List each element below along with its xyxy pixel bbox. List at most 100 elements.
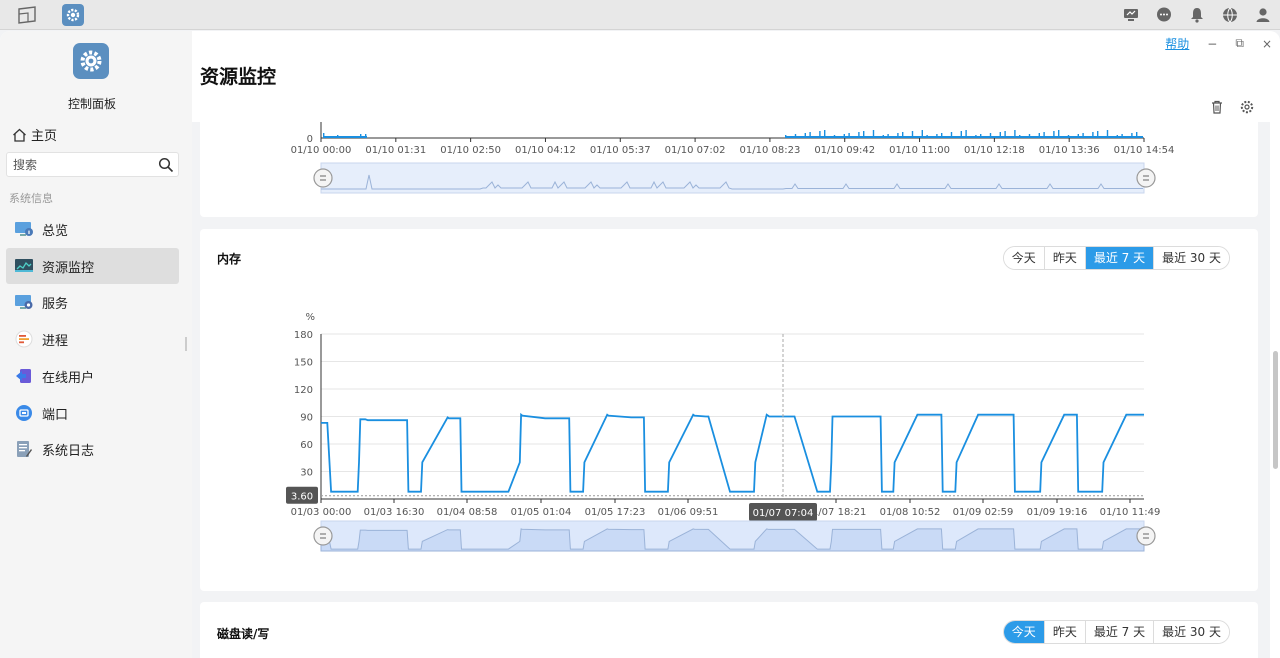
notification-bell-icon[interactable] [1187,5,1207,25]
activity-bar [863,131,865,138]
activity-bar [1116,135,1118,138]
y-tick-label: 120 [294,385,313,396]
sidebar-item-label: 端口 [42,407,69,423]
help-link[interactable]: 帮助 [1165,35,1189,52]
x-tick-label: 01/10 14:54 [1114,145,1175,156]
activity-bar [824,130,826,138]
activity-bar [1038,133,1040,138]
x-tick-label: 01/10 02:50 [440,145,501,156]
activity-bar [887,134,889,138]
restore-button[interactable]: ⧉ [1235,36,1244,51]
x-tick-label: 01/10 13:36 [1039,145,1100,156]
activity-bar [858,132,860,138]
activity-bar [1028,134,1031,138]
app-title: 控制面板 [67,97,116,111]
desktop-icon[interactable] [16,4,38,26]
control-panel-taskbar-icon[interactable] [62,4,84,26]
home-icon [13,128,26,142]
y-tick-label: 0 [307,134,313,145]
resource-monitor-icon [14,256,34,276]
window-controls: 帮助 − ⧉ × [1165,35,1272,52]
range-last-7-days[interactable]: 最近 7 天 [1085,621,1155,643]
sidebar-item-ports[interactable]: 端口 [6,395,179,431]
sidebar-item-label: 进程 [42,333,69,349]
activity-bar [941,133,943,138]
top-chart: 001/10 00:00 01/10 01:31 01/10 02:50 01/10 … [291,122,1175,194]
search-icon[interactable] [158,157,174,173]
range-yesterday[interactable]: 昨天 [1044,621,1086,643]
sidebar: 控制面板 主页 系统信息 总览 资源监控 服务 [0,31,192,658]
monitor-status-icon[interactable] [1121,5,1141,25]
trash-icon[interactable] [1209,99,1225,115]
section-label-system-info: 系统信息 [9,192,53,205]
sidebar-item-system-log[interactable]: 系统日志 [6,431,179,467]
home-label: 主页 [31,129,58,144]
search-box [6,152,179,177]
x-tick-label: 01/10 04:12 [515,145,576,156]
x-tick-label: 01/10 00:00 [291,145,352,156]
navigator-handle-left [313,168,333,188]
sidebar-item-label: 总览 [42,223,69,239]
hover-time-text: 01/07 07:04 [753,508,814,519]
y-tick-label: 30 [300,468,313,479]
activity-bar [999,132,1001,138]
memory-chart[interactable]: % 180 150 120 90 60 30 01/03 00:00 01/03 16:30 01… [200,229,1258,591]
minimize-button[interactable]: − [1207,37,1217,51]
activity-bar [950,132,953,138]
hover-value-text: 3.60 [291,492,313,503]
activity-bar [965,130,967,138]
navigator-handle-right [1136,526,1156,546]
activity-bar [897,133,899,138]
sidebar-item-processes[interactable]: 进程 [6,321,179,357]
disk-card-title: 磁盘读/写 [217,627,270,641]
activity-bar [989,133,992,138]
control-panel-logo-icon [73,43,109,79]
activity-bar [848,133,850,138]
x-tick-label: 01/10 12:18 [964,145,1025,156]
settings-gear-icon[interactable] [1239,99,1255,115]
search-input[interactable] [13,156,153,174]
sidebar-item-resource-monitor[interactable]: 资源监控 [6,248,179,284]
sidebar-item-services[interactable]: 服务 [6,284,179,320]
activity-bar [1043,132,1045,138]
content-scrollbar[interactable] [1273,351,1278,469]
activity-bar [902,132,904,138]
activity-bar [872,130,875,138]
activity-bar [1082,133,1084,138]
x-tick-label: 01/10 11:49 [1100,507,1161,518]
sidebar-resize-handle[interactable] [185,337,187,351]
system-log-icon [14,439,34,459]
y-tick-label: 150 [294,358,313,369]
x-tick-label: 01/09 19:16 [1027,507,1088,518]
activity-bar [1092,132,1094,138]
activity-band [785,136,1143,138]
y-tick-label: 60 [300,440,313,451]
range-last-30-days[interactable]: 最近 30 天 [1154,621,1229,643]
x-tick-label: 01/10 07:02 [665,145,726,156]
process-icon [14,329,34,349]
memory-card: 内存 今天 昨天 最近 7 天 最近 30 天 % 180 150 120 90 60 30… [200,229,1258,591]
port-icon [14,403,34,423]
chat-icon[interactable] [1154,5,1174,25]
memory-series-line [321,412,1144,493]
sidebar-item-online-users[interactable]: 在线用户 [6,358,179,394]
home-link[interactable]: 主页 [12,125,57,144]
x-tick-label: 01/05 17:23 [585,507,646,518]
y-tick-label: 180 [294,330,313,341]
sidebar-item-overview[interactable]: 总览 [6,211,179,247]
x-tick-label: 01/08 10:52 [880,507,941,518]
close-button[interactable]: × [1262,37,1272,51]
x-tick-label: 01/10 09:42 [814,145,875,156]
x-tick-label: 01/10 05:37 [590,145,651,156]
navigator-handle-left [313,526,333,546]
disk-card: 磁盘读/写 今天 昨天 最近 7 天 最近 30 天 [200,602,1258,658]
activity-bar [819,131,821,138]
online-user-icon [14,366,34,386]
activity-bar [1121,134,1123,138]
sidebar-item-label: 资源监控 [42,260,95,276]
globe-icon[interactable] [1220,5,1240,25]
activity-bar [1004,131,1006,138]
range-today[interactable]: 今天 [1003,621,1045,643]
activity-bar [882,135,884,138]
user-icon[interactable] [1253,5,1273,25]
